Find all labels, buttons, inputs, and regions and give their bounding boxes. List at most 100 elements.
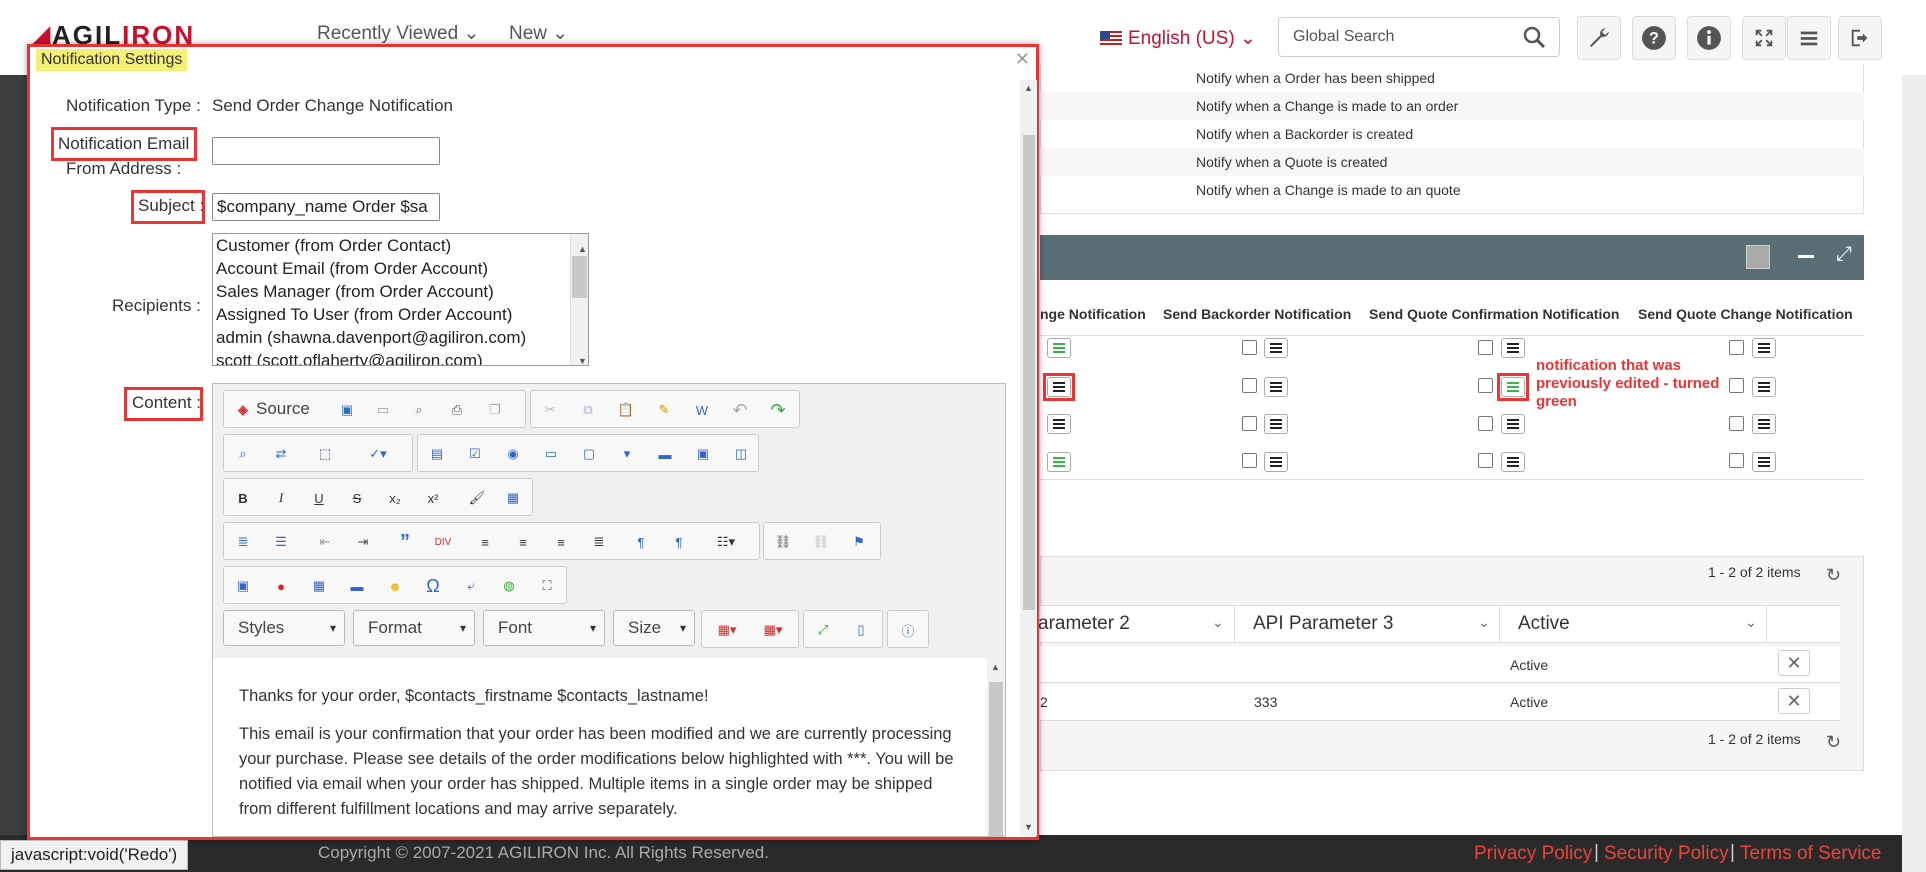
source-button[interactable]: Source <box>256 399 310 419</box>
align-center-icon[interactable]: ≡ <box>512 531 534 553</box>
checkbox[interactable] <box>1242 340 1257 355</box>
remove-format-icon[interactable]: 🖌 <box>466 487 488 509</box>
checkbox[interactable] <box>1729 340 1744 355</box>
preview-icon[interactable]: ⌕ <box>408 399 430 421</box>
save-icon[interactable]: ▣ <box>336 399 358 421</box>
chevron-down-icon[interactable]: ⌄ <box>1478 614 1490 631</box>
format-dropdown[interactable]: Format <box>353 610 475 646</box>
show-blocks-icon[interactable]: ▯ <box>850 619 872 641</box>
checkbox[interactable] <box>1729 416 1744 431</box>
scrollbar-thumb[interactable] <box>1023 135 1035 610</box>
blockquote-icon[interactable]: ” <box>394 531 416 553</box>
rtl-icon[interactable]: ¶ <box>668 531 690 553</box>
bullet-list-icon[interactable]: ☰ <box>270 531 292 553</box>
edit-notification-button[interactable] <box>1047 338 1071 358</box>
paste-word-icon[interactable]: W <box>691 399 713 421</box>
checkbox-icon[interactable]: ☑ <box>464 443 486 465</box>
find-icon[interactable]: ⌕ <box>232 443 254 465</box>
edit-notification-button[interactable] <box>1501 452 1525 472</box>
edit-notification-button[interactable] <box>1047 414 1071 434</box>
recently-viewed-menu[interactable]: Recently Viewed ⌄ <box>317 22 479 45</box>
edit-notification-button[interactable] <box>1501 338 1525 358</box>
templates-icon[interactable]: ❐ <box>484 399 506 421</box>
menu-icon[interactable] <box>1787 16 1831 60</box>
list-item[interactable]: Account Email (from Order Account) <box>213 257 588 280</box>
scrollbar-thumb[interactable] <box>989 682 1003 836</box>
textarea-icon[interactable]: ▢ <box>578 443 600 465</box>
print-icon[interactable]: ⎙ <box>446 399 468 421</box>
justify-icon[interactable]: ≣ <box>588 531 610 553</box>
edit-notification-button[interactable] <box>1752 452 1776 472</box>
scroll-down-icon[interactable]: ▼ <box>575 350 587 365</box>
bg-color-icon[interactable]: ▦▾ <box>754 619 792 641</box>
italic-icon[interactable]: I <box>270 487 292 509</box>
cut-icon[interactable]: ✂ <box>539 399 561 421</box>
textfield-icon[interactable]: ▭ <box>540 443 562 465</box>
image-icon[interactable]: ▣ <box>232 575 254 597</box>
chevron-down-icon[interactable]: ⌄ <box>1745 614 1757 631</box>
close-icon[interactable]: ✕ <box>1015 49 1030 70</box>
edit-notification-button[interactable] <box>1752 377 1776 397</box>
new-page-icon[interactable]: ▭ <box>372 399 394 421</box>
hidden-field-icon[interactable]: ◫ <box>730 443 752 465</box>
select-icon[interactable]: ▾ <box>616 443 638 465</box>
scroll-down-icon[interactable]: ▼ <box>1024 822 1033 832</box>
redo-icon[interactable]: ↷ <box>767 399 789 421</box>
dialog-scrollbar[interactable]: ▲ ▼ <box>1020 80 1037 836</box>
checkbox[interactable] <box>1478 453 1493 468</box>
select-all-icon[interactable]: ⬚ <box>314 443 336 465</box>
checkbox[interactable] <box>1242 416 1257 431</box>
global-search-input[interactable] <box>1278 17 1560 57</box>
checkbox[interactable] <box>1478 416 1493 431</box>
edit-notification-button[interactable] <box>1264 338 1288 358</box>
fullscreen-icon[interactable] <box>1742 16 1786 60</box>
spellcheck-icon[interactable]: ✓▾ <box>360 443 396 465</box>
indent-icon[interactable]: ⇥ <box>352 531 374 553</box>
table-row[interactable] <box>1040 684 1840 721</box>
image-placeholder-icon[interactable]: ⛶ <box>536 575 558 597</box>
bold-icon[interactable]: B <box>232 487 254 509</box>
table-row[interactable] <box>1040 646 1840 683</box>
list-item[interactable]: Customer (from Order Contact) <box>213 234 588 257</box>
smiley-icon[interactable]: ☻ <box>384 575 406 597</box>
unlink-icon[interactable]: ⛓ <box>810 531 832 553</box>
recipients-listbox[interactable]: Customer (from Order Contact) Account Em… <box>212 233 589 366</box>
refresh-icon[interactable]: ↻ <box>1826 565 1841 586</box>
expand-icon[interactable]: ⤢ <box>1836 243 1852 266</box>
chevron-down-icon[interactable]: ⌄ <box>1212 614 1224 631</box>
language-selector[interactable]: English (US) ⌄ <box>1100 27 1256 50</box>
page-scrollbar[interactable] <box>1902 75 1926 872</box>
horizontal-line-icon[interactable]: ▬ <box>346 575 368 597</box>
column-header[interactable]: arameter 2 <box>1020 605 1235 643</box>
edit-notification-button[interactable] <box>1501 414 1525 434</box>
list-item[interactable]: admin (shawna.davenport@agiliron.com) <box>213 326 588 349</box>
strikethrough-icon[interactable]: S <box>346 487 368 509</box>
subject-field[interactable]: $company_name Order $sa <box>212 193 440 221</box>
copy-icon[interactable]: ⧉ <box>577 399 599 421</box>
source-icon[interactable]: ◈ <box>232 399 254 421</box>
font-dropdown[interactable]: Font <box>483 610 605 646</box>
paste-text-icon[interactable]: ✎ <box>653 399 675 421</box>
special-char-icon[interactable]: Ω <box>422 575 444 597</box>
checkbox[interactable] <box>1242 378 1257 393</box>
column-header[interactable]: Active <box>1500 605 1767 643</box>
list-item[interactable]: Assigned To User (from Order Account) <box>213 303 588 326</box>
checkbox[interactable] <box>1729 453 1744 468</box>
help-icon[interactable]: ? <box>1632 16 1676 60</box>
superscript-icon[interactable]: x² <box>422 487 444 509</box>
list-item[interactable]: Sales Manager (from Order Account) <box>213 280 588 303</box>
undo-icon[interactable]: ↶ <box>729 399 751 421</box>
paste-icon[interactable]: 📋 <box>615 399 637 421</box>
edit-notification-button[interactable] <box>1047 452 1071 472</box>
about-icon[interactable]: ⓘ <box>897 619 919 641</box>
editor-content[interactable]: Thanks for your order, $contacts_firstna… <box>213 658 1005 836</box>
edit-notification-button[interactable] <box>1264 414 1288 434</box>
scroll-up-icon[interactable]: ▲ <box>1024 83 1033 93</box>
delete-row-button[interactable]: ✕ <box>1778 688 1810 714</box>
table-icon[interactable]: ▦ <box>308 575 330 597</box>
checkbox[interactable] <box>1478 378 1493 393</box>
scrollbar-thumb[interactable] <box>572 256 587 298</box>
button-icon[interactable]: ▬ <box>654 443 676 465</box>
logout-icon[interactable] <box>1838 16 1882 60</box>
language-icon[interactable]: ☷▾ <box>708 531 744 553</box>
